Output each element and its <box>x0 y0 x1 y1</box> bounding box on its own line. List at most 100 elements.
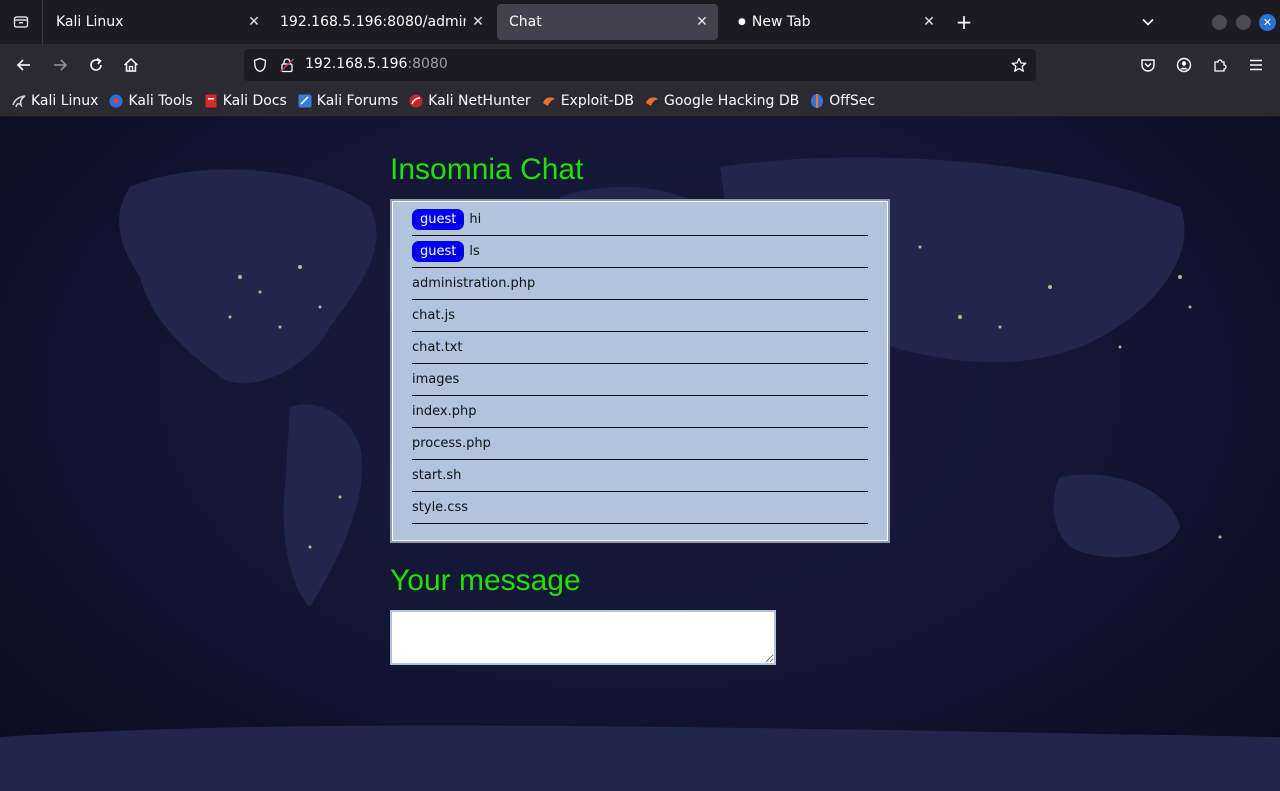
home-button[interactable] <box>119 53 143 77</box>
navigation-toolbar: 192.168.5.196:8080 <box>0 44 1280 86</box>
plus-icon: + <box>955 10 973 34</box>
chat-message: administration.php <box>412 268 868 300</box>
close-icon[interactable]: ✕ <box>242 10 266 34</box>
kali-docs-icon <box>205 94 217 108</box>
url-port: :8080 <box>407 56 448 72</box>
reload-button[interactable] <box>84 53 108 77</box>
chevron-down-icon <box>1142 18 1154 26</box>
tab-administration[interactable]: 192.168.5.196:8080/administ ✕ <box>268 4 494 40</box>
back-arrow-icon <box>16 59 30 71</box>
home-icon <box>123 57 139 72</box>
ghdb-icon <box>645 97 658 106</box>
message-text: ls <box>469 244 480 259</box>
menu-button[interactable] <box>1244 53 1268 77</box>
chat-message: chat.js <box>412 300 868 332</box>
url-host: 192.168.5.196 <box>305 56 408 72</box>
maximize-button[interactable] <box>1236 15 1251 30</box>
dot-icon: ● <box>738 17 746 27</box>
bookmark-offsec[interactable]: OffSec <box>809 93 875 109</box>
message-text: hi <box>469 212 482 227</box>
page-content: Insomnia Chat guest hi guest ls administ… <box>0 117 1280 791</box>
bookmark-kali-tools[interactable]: Kali Tools <box>108 93 193 109</box>
chat-title: Insomnia Chat <box>390 153 584 186</box>
chat-message: style.css <box>412 492 868 524</box>
bookmark-label: Kali Linux <box>31 93 99 109</box>
bookmark-label: Kali NetHunter <box>428 93 531 109</box>
address-bar[interactable]: 192.168.5.196:8080 <box>244 49 1036 81</box>
close-icon: ✕ <box>1262 16 1273 29</box>
bookmark-kali-nethunter[interactable]: Kali NetHunter <box>408 93 531 109</box>
extensions-button[interactable] <box>1208 53 1232 77</box>
account-button[interactable] <box>1172 53 1196 77</box>
message-text: images <box>412 372 460 387</box>
chat-message: guest ls <box>412 236 868 268</box>
bookmark-star-icon[interactable] <box>1011 57 1027 73</box>
insecure-lock-icon[interactable] <box>279 57 295 73</box>
new-tab-button[interactable]: + <box>952 10 976 34</box>
bookmark-label: Kali Forums <box>316 93 399 109</box>
bookmark-label: Google Hacking DB <box>663 93 800 109</box>
tab-strip: Kali Linux ✕ 192.168.5.196:8080/administ… <box>0 0 1280 44</box>
chat-message: start.sh <box>412 460 868 492</box>
chat-message: index.php <box>412 396 868 428</box>
tab-chat[interactable]: Chat ✕ <box>497 4 718 40</box>
close-icon[interactable]: ✕ <box>466 10 490 34</box>
username-badge: guest <box>412 209 465 230</box>
bookmark-kali-docs[interactable]: Kali Docs <box>203 93 287 109</box>
firefox-view-icon <box>13 16 29 28</box>
back-button[interactable] <box>12 53 36 77</box>
tab-title: Chat <box>509 14 542 30</box>
pocket-button[interactable] <box>1136 53 1160 77</box>
account-icon <box>1176 57 1192 73</box>
chat-message: images <box>412 364 868 396</box>
shield-icon[interactable] <box>252 57 268 73</box>
message-text: process.php <box>412 436 491 451</box>
firefox-view-button[interactable] <box>0 0 43 44</box>
minimize-button[interactable] <box>1212 15 1227 30</box>
exploit-db-icon <box>542 97 555 106</box>
message-input[interactable] <box>390 610 776 665</box>
message-text: administration.php <box>412 276 536 291</box>
nethunter-icon <box>409 94 423 108</box>
forward-button[interactable] <box>48 53 72 77</box>
url-text[interactable]: 192.168.5.196:8080 <box>305 56 448 72</box>
bookmark-google-hacking-db[interactable]: Google Hacking DB <box>644 93 799 109</box>
bookmark-label: Exploit-DB <box>560 93 634 109</box>
list-all-tabs-button[interactable] <box>1136 10 1160 34</box>
bookmark-label: OffSec <box>829 93 876 109</box>
hamburger-menu-icon <box>1250 59 1262 71</box>
message-text: start.sh <box>412 468 462 483</box>
message-text: style.css <box>412 500 468 515</box>
kali-tools-icon <box>109 94 123 108</box>
chat-message: guest hi <box>412 204 868 236</box>
message-text: chat.txt <box>412 340 463 355</box>
bookmarks-toolbar: Kali Linux Kali Tools Kali Docs Kali For… <box>0 86 1280 117</box>
offsec-icon <box>811 94 824 108</box>
tab-new-tab[interactable]: ● New Tab ✕ <box>724 4 945 40</box>
tab-title: 192.168.5.196:8080/administ <box>280 14 466 30</box>
window-close-button[interactable]: ✕ <box>1259 14 1276 31</box>
forward-arrow-icon <box>54 59 68 71</box>
bookmark-label: Kali Tools <box>128 93 193 109</box>
reload-icon <box>90 57 102 71</box>
bookmark-label: Kali Docs <box>222 93 287 109</box>
tab-title: Kali Linux <box>56 14 124 30</box>
bookmark-kali-forums[interactable]: Kali Forums <box>297 93 398 109</box>
close-icon[interactable]: ✕ <box>917 10 941 34</box>
close-icon[interactable]: ✕ <box>690 10 714 34</box>
bookmark-kali-linux[interactable]: Kali Linux <box>11 93 98 109</box>
kali-dragon-icon <box>12 95 26 108</box>
chat-message: process.php <box>412 428 868 460</box>
message-list: guest hi guest ls administration.php cha… <box>412 204 868 524</box>
chat-message: chat.txt <box>412 332 868 364</box>
message-text: index.php <box>412 404 477 419</box>
bookmark-exploit-db[interactable]: Exploit-DB <box>541 93 634 109</box>
kali-forums-icon <box>298 94 312 108</box>
tab-title: New Tab <box>751 14 811 30</box>
puzzle-icon <box>1214 59 1227 72</box>
message-label: Your message <box>390 564 581 597</box>
tab-kali-linux[interactable]: Kali Linux ✕ <box>44 4 270 40</box>
username-badge: guest <box>412 241 465 262</box>
message-text: chat.js <box>412 308 455 323</box>
pocket-icon <box>1141 59 1155 72</box>
